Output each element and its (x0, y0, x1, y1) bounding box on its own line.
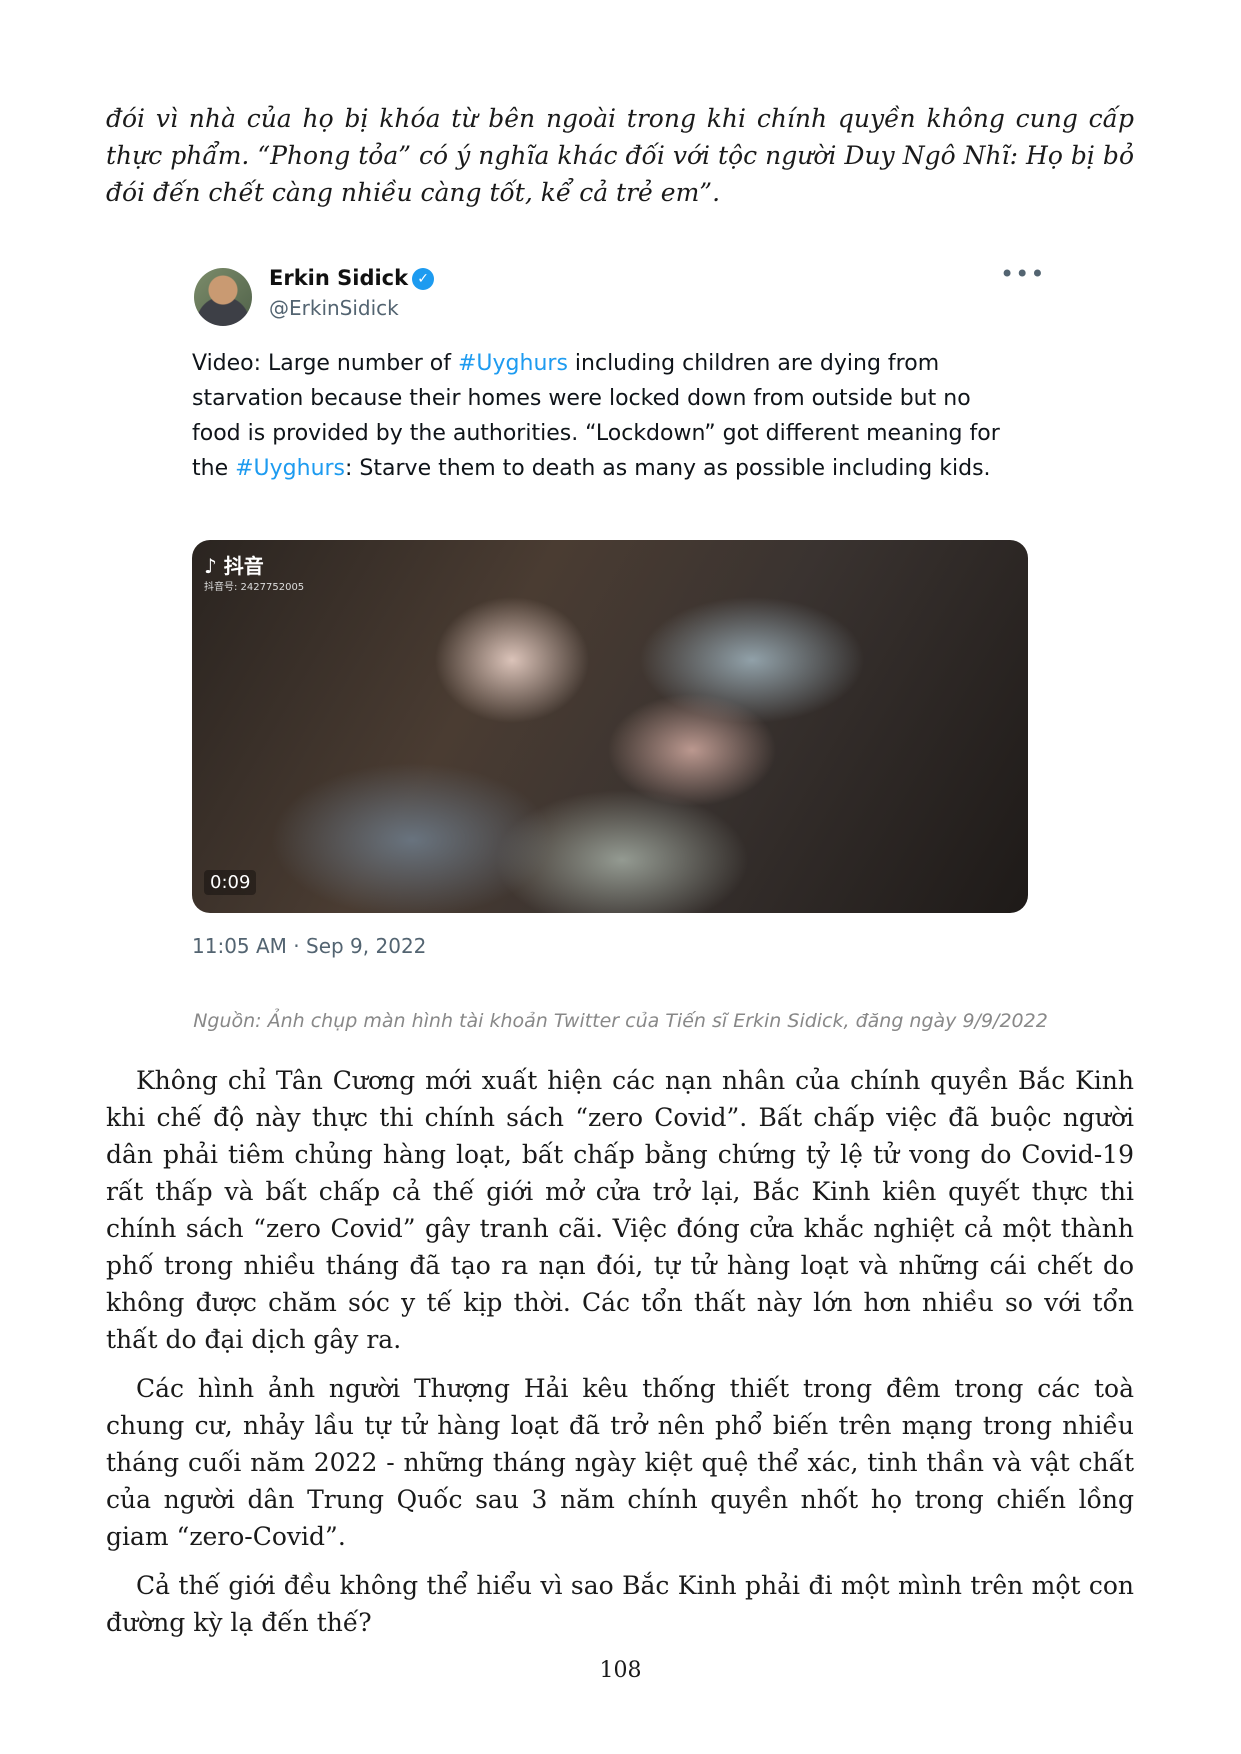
image-caption: Nguồn: Ảnh chụp màn hình tài khoản Twitt… (193, 1010, 1048, 1032)
tweet-text-part: : Starve them to death as many as possib… (345, 456, 991, 481)
tweet-video-thumbnail: ♪ 抖音 抖音号: 2427752005 0:09 (192, 540, 1028, 913)
intro-paragraph: đói vì nhà của họ bị khóa từ bên ngoài t… (106, 104, 1134, 207)
tiktok-watermark-id: 抖音号: 2427752005 (204, 582, 305, 593)
tweet-text: Video: Large number of #Uyghurs includin… (192, 346, 1012, 486)
tweet-timestamp: 11:05 AM · Sep 9, 2022 (192, 934, 427, 958)
author-name-text: Erkin Sidick (269, 266, 409, 290)
verified-badge-icon: ✓ (412, 268, 435, 290)
tweet-screenshot: Erkin Sidick ✓ @ErkinSidick ••• Video: La… (178, 248, 1058, 980)
document-page: đói vì nhà của họ bị khóa từ bên ngoài t… (0, 0, 1241, 1754)
body-text: Không chỉ Tân Cương mới xuất hiện các nạ… (106, 1062, 1134, 1653)
video-duration: 0:09 (204, 870, 257, 895)
tweet-text-part: Video: Large number of (192, 351, 458, 376)
more-horizontal-icon: ••• (1000, 260, 1046, 288)
body-paragraph: Các hình ảnh người Thượng Hải kêu thống … (106, 1374, 1134, 1551)
tiktok-logo-icon: ♪ 抖音 (204, 554, 264, 578)
page-number: 108 (599, 1658, 642, 1683)
avatar (194, 268, 252, 326)
body-paragraph: Không chỉ Tân Cương mới xuất hiện các nạ… (106, 1066, 1134, 1354)
hashtag-link: #Uyghurs (458, 351, 568, 376)
tweet-author-handle: @ErkinSidick (269, 296, 399, 320)
tiktok-logo-text: 抖音 (223, 554, 264, 578)
hashtag-link: #Uyghurs (235, 456, 346, 481)
body-paragraph: Cả thế giới đều không thể hiểu vì sao Bắ… (106, 1571, 1134, 1637)
tweet-author-name: Erkin Sidick ✓ (269, 266, 435, 290)
